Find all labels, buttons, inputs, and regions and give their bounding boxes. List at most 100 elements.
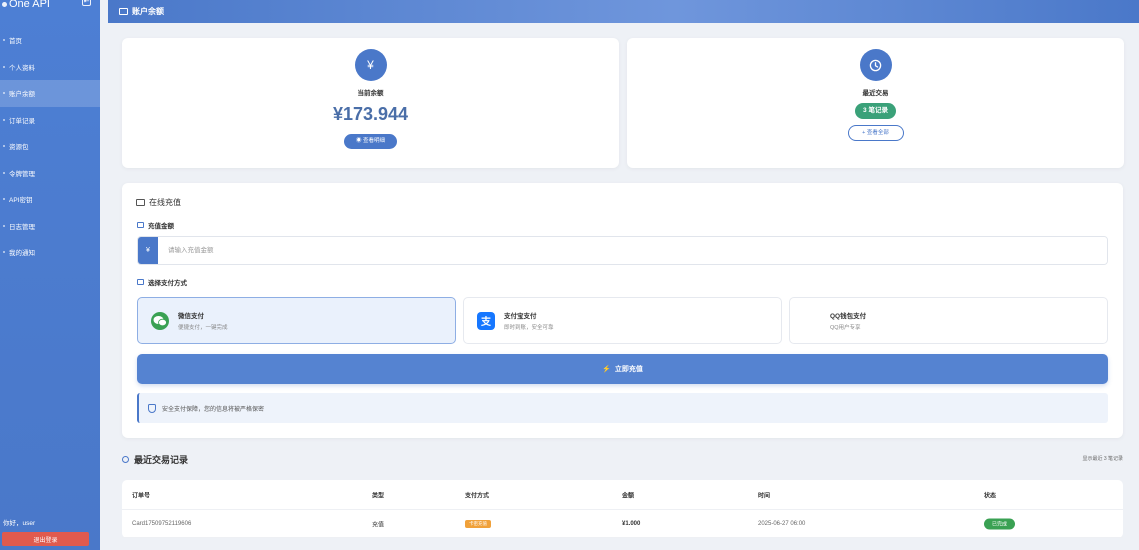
pay-option-qq[interactable]: QQ钱包支付 QQ用户专享 — [789, 297, 1108, 344]
page-title: 账户余额 — [132, 7, 164, 16]
sidebar-item-home[interactable]: 首页 — [0, 27, 100, 54]
pay-option-name: 微信支付 — [178, 313, 204, 320]
tx-amount: ¥1.000 — [622, 520, 641, 527]
sidebar-item-notifications[interactable]: 我的通知 — [0, 239, 100, 266]
currency-prefix: ¥ — [138, 237, 158, 264]
transactions-section: 最近交易记录 显示最近 3 笔记录 订单号 类型 支付方式 金额 时间 状态 C… — [122, 444, 1123, 550]
logo-icon — [2, 1, 7, 7]
sidebar-item-tokens[interactable]: 令牌管理 — [0, 160, 100, 187]
page-header: 账户余额 — [108, 0, 1139, 23]
bullet-icon — [3, 92, 5, 95]
sidebar-item-orders[interactable]: 订单记录 — [0, 107, 100, 134]
bullet-icon — [3, 145, 5, 148]
transactions-summary: 显示最近 3 笔记录 — [1082, 456, 1123, 462]
recharge-title: 在线充值 — [136, 197, 181, 208]
sidebar-item-label: 令牌管理 — [9, 170, 35, 178]
qq-icon — [803, 312, 821, 330]
bullet-icon — [3, 65, 5, 68]
payment-method-badge: 卡密充值 — [465, 519, 491, 528]
sidebar-item-logs[interactable]: 日志管理 — [0, 213, 100, 240]
recharge-submit-label: 立即充值 — [614, 366, 643, 373]
transactions-title: 最近交易记录 — [122, 453, 188, 466]
column-header: 状态 — [984, 493, 997, 499]
sidebar-item-label: 我的通知 — [9, 250, 35, 258]
amount-field: ¥ — [137, 236, 1108, 265]
user-greeting: 你好，user — [3, 520, 36, 527]
pay-option-desc: 便捷支付，一键完成 — [178, 325, 228, 331]
alipay-icon: 支 — [477, 311, 495, 330]
sidebar-item-label: API密钥 — [9, 197, 33, 205]
status-text: 已完成 — [984, 518, 1016, 529]
tx-time: 2025-06-27 06:00 — [758, 520, 806, 527]
sidebar-item-api-keys[interactable]: API密钥 — [0, 186, 100, 213]
pay-option-desc: QQ用户专享 — [830, 325, 861, 331]
status-badge: 已完成 — [984, 518, 1016, 529]
logout-label: 退出登录 — [33, 537, 58, 544]
wechat-icon — [151, 311, 169, 330]
pay-option-name: 支付宝支付 — [504, 313, 537, 320]
payment-method-label: 选择支付方式 — [137, 277, 187, 287]
tx-type: 充值 — [372, 522, 385, 528]
sidebar-item-label: 个人资料 — [9, 64, 35, 72]
card-icon — [136, 199, 145, 206]
sidebar-item-packages[interactable]: 资源包 — [0, 133, 100, 160]
column-header: 支付方式 — [465, 493, 490, 499]
bullet-icon — [3, 171, 5, 174]
brand-name: One API — [9, 0, 50, 10]
recharge-submit-button[interactable]: ⚡ 立即充值 — [137, 354, 1108, 384]
balance-amount: ¥173.944 — [332, 104, 409, 124]
recent-transactions-card: 最近交易 3 笔记录 + 查看全部 — [627, 38, 1124, 168]
bullet-icon — [3, 224, 5, 227]
sidebar-nav: 首页 个人资料 账户余额 订单记录 资源包 令牌管理 API密钥 日志管理 我的… — [0, 27, 100, 266]
view-all-button[interactable]: + 查看全部 — [847, 125, 904, 141]
bullet-icon — [3, 198, 5, 201]
recharge-title-text: 在线充值 — [149, 198, 181, 207]
record-count-badge: 3 笔记录 — [855, 103, 896, 119]
pay-option-name: QQ钱包支付 — [830, 313, 867, 320]
sidebar-item-label: 资源包 — [9, 144, 29, 152]
logout-button[interactable]: 退出登录 — [2, 532, 89, 546]
amount-input[interactable] — [158, 237, 1107, 264]
amount-label: 充值金额 — [137, 220, 174, 230]
yen-icon: ¥ — [354, 49, 387, 81]
pay-option-alipay[interactable]: 支 支付宝支付 即时到账，安全可靠 — [463, 297, 782, 344]
sidebar-item-label: 账户余额 — [9, 91, 35, 99]
sidebar-item-label: 日志管理 — [9, 223, 35, 231]
sidebar-item-profile[interactable]: 个人资料 — [0, 54, 100, 81]
balance-label: 当前余额 — [357, 90, 384, 97]
bullet-icon — [3, 251, 5, 254]
recent-label: 最近交易 — [862, 90, 889, 97]
transactions-table: 订单号 类型 支付方式 金额 时间 状态 Card17509752119606 … — [122, 480, 1123, 538]
security-notice-text: 安全支付保障，您的信息将被严格保密 — [162, 406, 265, 413]
view-details-button[interactable]: ◉ 查看明细 — [343, 134, 398, 149]
bullet-icon — [3, 118, 5, 121]
bullet-icon — [3, 39, 5, 42]
security-notice: 安全支付保障，您的信息将被严格保密 — [137, 393, 1108, 423]
payment-method-label-text: 选择支付方式 — [148, 280, 187, 287]
table-row[interactable]: Card17509752119606 充值 卡密充值 ¥1.000 2025-0… — [122, 510, 1123, 538]
brand: One API ⇤ — [0, 0, 100, 14]
pay-option-wechat[interactable]: 微信支付 便捷支付，一键完成 — [137, 297, 456, 344]
balance-card: ¥ 当前余额 ¥173.944 ◉ 查看明细 — [122, 38, 619, 168]
pay-option-desc: 即时到账，安全可靠 — [504, 325, 554, 331]
amount-label-text: 充值金额 — [148, 223, 174, 230]
bolt-icon: ⚡ — [602, 366, 611, 373]
sidebar-item-label: 订单记录 — [9, 117, 35, 125]
sidebar: One API ⇤ 首页 个人资料 账户余额 订单记录 资源包 令牌管理 API… — [0, 0, 100, 550]
list-icon — [137, 279, 144, 285]
view-details-label: 查看明细 — [363, 138, 386, 144]
sidebar-item-label: 首页 — [9, 38, 22, 46]
collapse-sidebar-icon[interactable]: ⇤ — [82, 0, 91, 6]
column-header: 类型 — [372, 493, 385, 499]
column-header: 金额 — [622, 493, 635, 499]
recharge-card: 在线充值 充值金额 ¥ 选择支付方式 微信支付 便捷支付，一键完成 支 支付宝支… — [122, 183, 1123, 438]
column-header: 订单号 — [132, 493, 151, 499]
clock-icon — [859, 49, 892, 81]
payment-method-text: 卡密充值 — [465, 519, 491, 528]
coins-icon — [137, 222, 144, 228]
sidebar-item-balance[interactable]: 账户余额 — [0, 80, 100, 107]
eye-icon: ◉ — [355, 138, 362, 144]
wallet-icon — [119, 8, 128, 15]
column-header: 时间 — [758, 493, 771, 499]
transactions-title-text: 最近交易记录 — [134, 455, 189, 465]
